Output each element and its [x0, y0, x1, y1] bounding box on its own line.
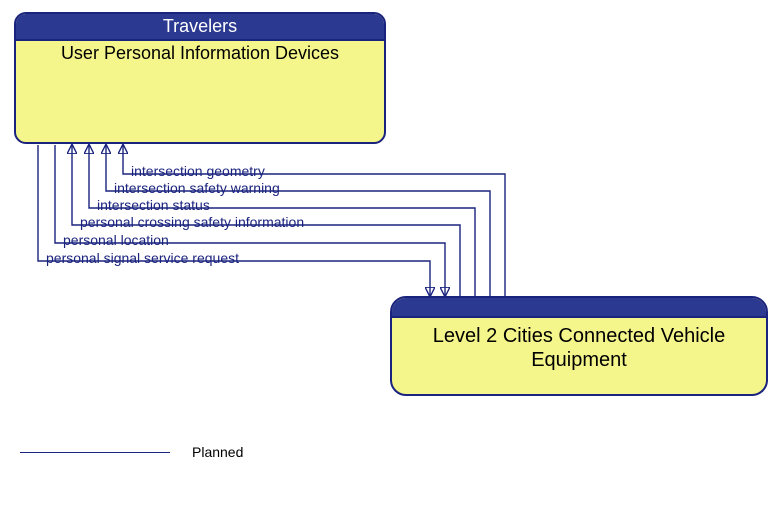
- flow-label-personal-signal-service-request: personal signal service request: [46, 250, 239, 266]
- node-travelers-header: Travelers: [16, 14, 384, 41]
- flow-label-intersection-safety-warning: intersection safety warning: [114, 180, 280, 196]
- node-equipment-header: [392, 298, 766, 318]
- node-equipment-line1: Level 2 Cities Connected Vehicle: [433, 325, 725, 347]
- node-equipment-line2: Equipment: [531, 349, 627, 371]
- node-equipment: Level 2 Cities Connected Vehicle Equipme…: [390, 296, 768, 396]
- diagram-stage: Travelers User Personal Information Devi…: [0, 0, 783, 505]
- flow-label-intersection-status: intersection status: [97, 197, 210, 213]
- flow-label-personal-crossing-safety-information: personal crossing safety information: [80, 214, 304, 230]
- node-equipment-body: Level 2 Cities Connected Vehicle Equipme…: [392, 318, 766, 372]
- node-travelers: Travelers User Personal Information Devi…: [14, 12, 386, 144]
- flow-label-personal-location: personal location: [63, 232, 169, 248]
- node-travelers-body: User Personal Information Devices: [16, 41, 384, 64]
- flow-label-intersection-geometry: intersection geometry: [131, 163, 265, 179]
- legend-line-icon: [20, 452, 170, 453]
- legend-planned-label: Planned: [192, 444, 243, 460]
